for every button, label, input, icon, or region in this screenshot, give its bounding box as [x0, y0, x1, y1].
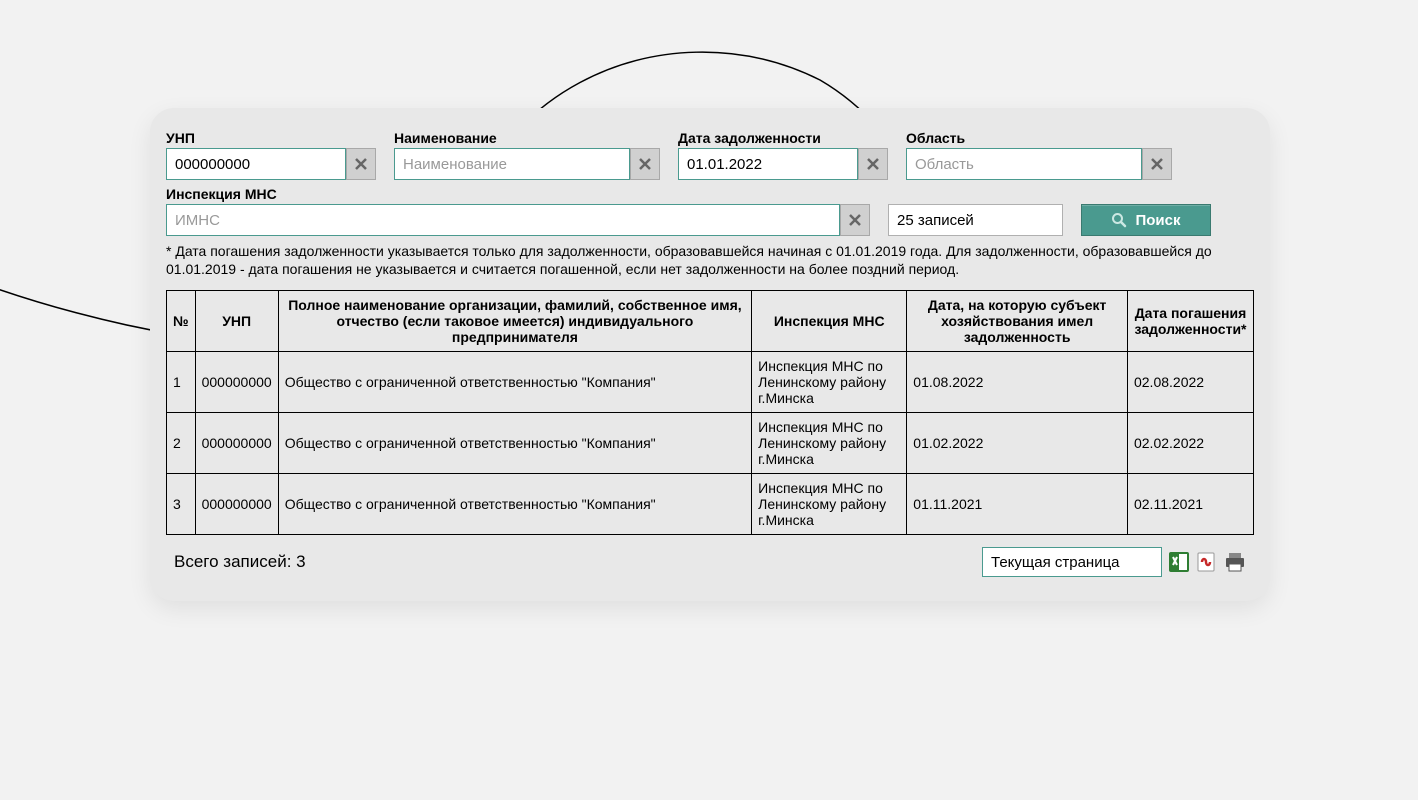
- cell-repay_date: 02.02.2022: [1127, 413, 1253, 474]
- cell-full_name: Общество с ограниченной ответственностью…: [278, 474, 751, 535]
- excel-icon[interactable]: [1168, 551, 1190, 573]
- cell-inspection: Инспекция МНС по Ленинскому району г.Мин…: [752, 474, 907, 535]
- cell-inspection: Инспекция МНС по Ленинскому району г.Мин…: [752, 413, 907, 474]
- filter-row: УНП Наименование Дата задолженности: [166, 130, 1254, 180]
- cell-unp: 000000000: [195, 413, 278, 474]
- close-icon: [867, 158, 879, 170]
- search-panel: УНП Наименование Дата задолженности: [150, 108, 1270, 601]
- col-full-name: Полное наименование организации, фамилий…: [278, 291, 751, 352]
- debt-date-label: Дата задолженности: [678, 130, 888, 146]
- inspection-clear-button[interactable]: [840, 204, 870, 236]
- close-icon: [639, 158, 651, 170]
- search-button[interactable]: Поиск: [1081, 204, 1211, 236]
- total-records: Всего записей: 3: [174, 552, 306, 572]
- cell-debt_date: 01.08.2022: [907, 352, 1128, 413]
- cell-unp: 000000000: [195, 352, 278, 413]
- records-input[interactable]: [888, 204, 1063, 236]
- search-button-label: Поиск: [1135, 212, 1180, 229]
- cell-repay_date: 02.11.2021: [1127, 474, 1253, 535]
- col-num: №: [167, 291, 196, 352]
- cell-full_name: Общество с ограниченной ответственностью…: [278, 413, 751, 474]
- pdf-icon[interactable]: [1196, 551, 1218, 573]
- search-icon: [1111, 212, 1127, 228]
- cell-inspection: Инспекция МНС по Ленинскому району г.Мин…: [752, 352, 907, 413]
- footnote: * Дата погашения задолженности указывает…: [166, 242, 1251, 278]
- cell-full_name: Общество с ограниченной ответственностью…: [278, 352, 751, 413]
- page-select[interactable]: [982, 547, 1162, 577]
- cell-repay_date: 02.08.2022: [1127, 352, 1253, 413]
- region-clear-button[interactable]: [1142, 148, 1172, 180]
- cell-num: 3: [167, 474, 196, 535]
- table-row: 1000000000Общество с ограниченной ответс…: [167, 352, 1254, 413]
- col-debt-date: Дата, на которую субъект хозяйствования …: [907, 291, 1128, 352]
- inspection-label: Инспекция МНС: [166, 186, 870, 202]
- name-clear-button[interactable]: [630, 148, 660, 180]
- col-inspection: Инспекция МНС: [752, 291, 907, 352]
- unp-label: УНП: [166, 130, 376, 146]
- close-icon: [849, 214, 861, 226]
- debt-date-clear-button[interactable]: [858, 148, 888, 180]
- name-input[interactable]: [394, 148, 630, 180]
- table-row: 3000000000Общество с ограниченной ответс…: [167, 474, 1254, 535]
- col-unp: УНП: [195, 291, 278, 352]
- name-label: Наименование: [394, 130, 660, 146]
- filter-row-2: Инспекция МНС Поиск: [166, 186, 1254, 236]
- region-input[interactable]: [906, 148, 1142, 180]
- unp-clear-button[interactable]: [346, 148, 376, 180]
- region-label: Область: [906, 130, 1172, 146]
- col-repay-date: Дата погашения задолженности*: [1127, 291, 1253, 352]
- table-footer: Всего записей: 3: [166, 547, 1254, 577]
- inspection-input[interactable]: [166, 204, 840, 236]
- cell-num: 1: [167, 352, 196, 413]
- table-header-row: № УНП Полное наименование организации, ф…: [167, 291, 1254, 352]
- unp-input[interactable]: [166, 148, 346, 180]
- cell-debt_date: 01.11.2021: [907, 474, 1128, 535]
- table-row: 2000000000Общество с ограниченной ответс…: [167, 413, 1254, 474]
- debt-date-input[interactable]: [678, 148, 858, 180]
- print-icon[interactable]: [1224, 551, 1246, 573]
- cell-num: 2: [167, 413, 196, 474]
- results-table: № УНП Полное наименование организации, ф…: [166, 290, 1254, 535]
- export-group: [982, 547, 1246, 577]
- close-icon: [355, 158, 367, 170]
- close-icon: [1151, 158, 1163, 170]
- cell-unp: 000000000: [195, 474, 278, 535]
- cell-debt_date: 01.02.2022: [907, 413, 1128, 474]
